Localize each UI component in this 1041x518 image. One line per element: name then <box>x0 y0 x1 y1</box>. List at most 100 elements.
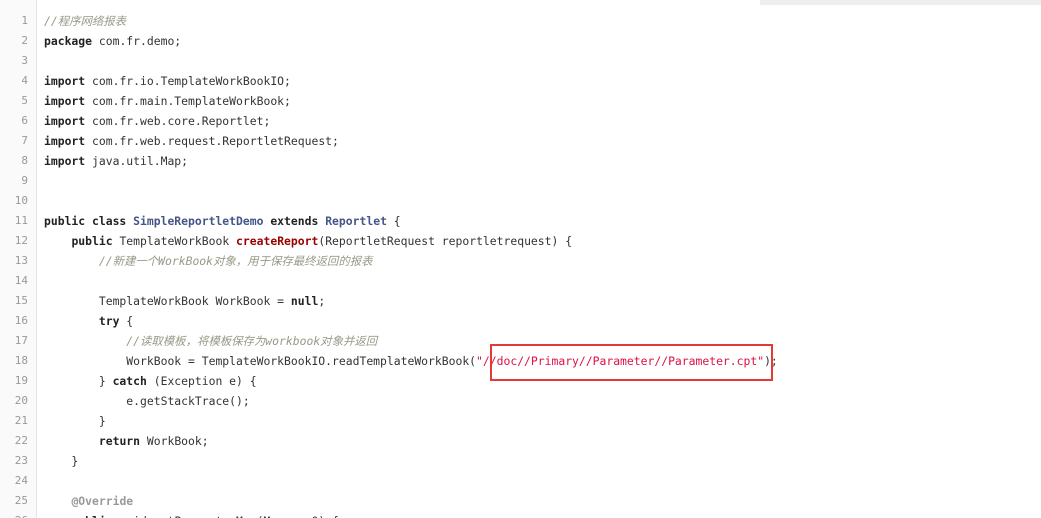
line-number: 11 <box>14 214 28 227</box>
code-line: 22 return WorkBook; <box>0 431 1041 451</box>
code-line: 9 <box>0 171 1041 191</box>
code-line: 2 package com.fr.demo; <box>0 31 1041 51</box>
code-text: //新建一个WorkBook对象，用于保存最终返回的报表 <box>44 251 373 271</box>
code-token: com.fr.web.core.Reportlet; <box>85 114 271 128</box>
line-number: 21 <box>14 414 28 427</box>
code-line: 6 import com.fr.web.core.Reportlet; <box>0 111 1041 131</box>
code-line: 20 e.getStackTrace(); <box>0 391 1041 411</box>
code-token: ); <box>764 354 778 368</box>
code-token: SimpleReportletDemo <box>133 214 264 228</box>
line-number: 17 <box>14 334 28 347</box>
code-token: "//doc//Primary//Parameter//Parameter.cp… <box>476 354 765 368</box>
code-line: 14 <box>0 271 1041 291</box>
code-line: 13 //新建一个WorkBook对象，用于保存最终返回的报表 <box>0 251 1041 271</box>
code-line: 16 try { <box>0 311 1041 331</box>
code-text: WorkBook = TemplateWorkBookIO.readTempla… <box>44 351 778 371</box>
code-line: 8 import java.util.Map; <box>0 151 1041 171</box>
code-line: 1 //程序网络报表 <box>0 11 1041 31</box>
code-text: import com.fr.web.core.Reportlet; <box>44 111 270 131</box>
code-token: import <box>44 94 86 108</box>
line-number: 10 <box>14 194 28 207</box>
code-token: null <box>290 294 319 308</box>
code-token: void setParameterMap(Map arg0) { <box>113 514 338 518</box>
code-token: WorkBook = TemplateWorkBookIO.readTempla… <box>44 354 477 368</box>
line-number: 26 <box>0 511 28 518</box>
code-line: 17 //读取模板，将模板保存为workbook对象并返回 <box>0 331 1041 351</box>
code-token: extends <box>263 214 326 228</box>
code-token: TemplateWorkBook <box>112 234 237 248</box>
code-token: createReport <box>236 234 319 248</box>
code-token: import <box>44 134 86 148</box>
code-text: e.getStackTrace(); <box>44 391 250 411</box>
code-text: try { <box>44 311 133 331</box>
line-number: 25 <box>14 494 28 507</box>
code-token: e.getStackTrace(); <box>44 394 250 408</box>
code-line: 23 } <box>0 451 1041 471</box>
code-token: import <box>44 74 86 88</box>
code-token: catch <box>112 374 147 388</box>
code-text: TemplateWorkBook WorkBook = null; <box>44 291 325 311</box>
code-line: 25 @Override <box>0 491 1041 511</box>
code-token: ; <box>318 294 326 308</box>
code-token: import <box>44 154 86 168</box>
code-text: public void setParameterMap(Map arg0) { <box>44 511 338 518</box>
code-text: import com.fr.io.TemplateWorkBookIO; <box>44 71 291 91</box>
code-text: public TemplateWorkBook createReport(Rep… <box>44 231 572 251</box>
code-token: } <box>44 414 106 428</box>
line-number: 14 <box>14 274 28 287</box>
code-token: com.fr.web.request.ReportletRequest; <box>85 134 339 148</box>
code-line: 18 WorkBook = TemplateWorkBookIO.readTem… <box>0 351 1041 371</box>
code-line: 7 import com.fr.web.request.ReportletRequ… <box>0 131 1041 151</box>
line-number: 5 <box>21 94 28 107</box>
code-token: com.fr.main.TemplateWorkBook; <box>85 94 291 108</box>
code-text: } catch (Exception e) { <box>44 371 257 391</box>
code-editor[interactable]: 1 //程序网络报表 2 package com.fr.demo; 3 4 import c… <box>0 0 1041 518</box>
code-token: (Exception e) { <box>146 374 257 388</box>
code-line: 26 public void setParameterMap(Map arg0)… <box>0 511 1041 518</box>
code-token: Reportlet <box>325 214 387 228</box>
code-token: //程序网络报表 <box>44 14 127 28</box>
code-text: public class SimpleReportletDemo extends… <box>44 211 401 231</box>
code-text: return WorkBook; <box>44 431 209 451</box>
line-number: 4 <box>21 74 28 87</box>
line-number: 15 <box>14 294 28 307</box>
code-line: 21 } <box>0 411 1041 431</box>
line-number: 13 <box>14 254 28 267</box>
code-text: } <box>44 451 78 471</box>
line-number: 8 <box>21 154 28 167</box>
code-token: { <box>119 314 134 328</box>
line-number: 7 <box>21 134 28 147</box>
code-line: 4 import com.fr.io.TemplateWorkBookIO; <box>0 71 1041 91</box>
code-line: 11 public class SimpleReportletDemo exten… <box>0 211 1041 231</box>
line-number: 24 <box>14 474 28 487</box>
code-token: //新建一个WorkBook对象，用于保存最终返回的报表 <box>98 254 373 268</box>
code-line: 5 import com.fr.main.TemplateWorkBook; <box>0 91 1041 111</box>
code-token: { <box>386 214 401 228</box>
code-token: public class <box>44 214 134 228</box>
line-number: 9 <box>21 174 28 187</box>
code-token: java.util.Map; <box>85 154 189 168</box>
line-number: 12 <box>14 234 28 247</box>
code-token: //读取模板，将模板保存为workbook对象并返回 <box>126 334 378 348</box>
code-line: 19 } catch (Exception e) { <box>0 371 1041 391</box>
line-number: 2 <box>21 34 28 47</box>
line-number: 22 <box>14 434 28 447</box>
code-text: //程序网络报表 <box>44 11 126 31</box>
code-token: } <box>44 374 113 388</box>
line-number: 6 <box>21 114 28 127</box>
code-token: WorkBook; <box>140 434 209 448</box>
line-number: 23 <box>14 454 28 467</box>
code-text: package com.fr.demo; <box>44 31 181 51</box>
line-number: 16 <box>14 314 28 327</box>
code-line: 3 <box>0 51 1041 71</box>
line-number: 18 <box>14 354 28 367</box>
code-token: TemplateWorkBook WorkBook = <box>44 294 291 308</box>
code-token: public <box>71 514 112 518</box>
code-token: com.fr.demo; <box>92 34 182 48</box>
code-line: 24 <box>0 471 1041 491</box>
